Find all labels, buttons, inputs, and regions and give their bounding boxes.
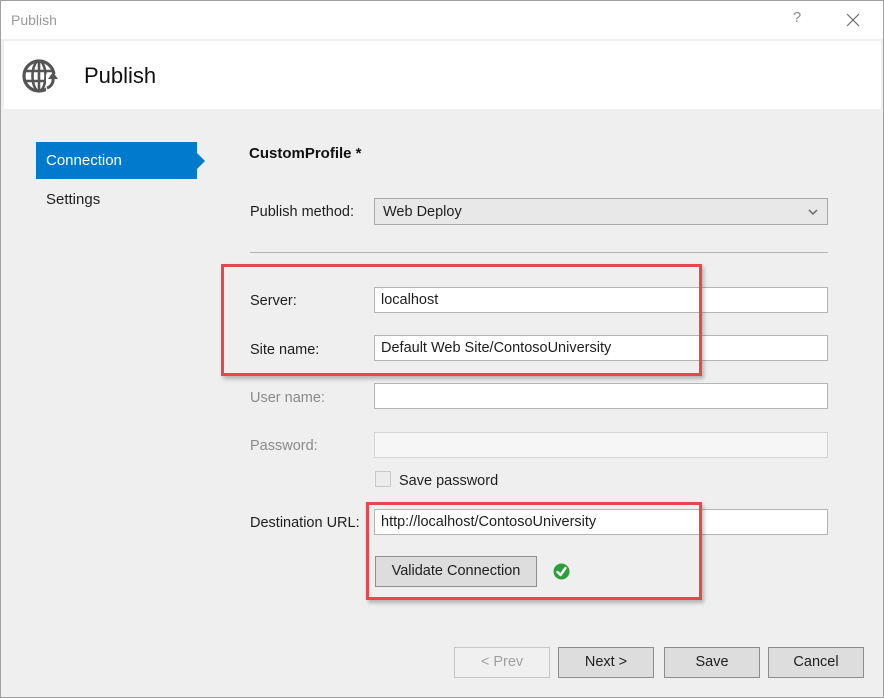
sidebar-item-settings[interactable]: Settings	[36, 181, 197, 218]
title-bar: Publish ?	[1, 1, 883, 39]
destination-url-label: Destination URL:	[250, 515, 360, 531]
sidebar-item-label: Connection	[46, 152, 122, 169]
validate-connection-button[interactable]: Validate Connection	[375, 556, 537, 587]
user-name-input[interactable]	[374, 383, 828, 409]
save-password-label: Save password	[399, 473, 499, 489]
sidebar-item-label: Settings	[46, 191, 101, 208]
destination-url-input[interactable]	[374, 509, 828, 535]
site-name-label: Site name:	[250, 342, 320, 358]
password-label: Password:	[250, 438, 318, 454]
publish-method-label: Publish method:	[250, 204, 354, 220]
server-input[interactable]	[374, 287, 828, 313]
window-title: Publish	[11, 12, 57, 28]
password-input[interactable]	[374, 432, 828, 458]
chevron-down-icon	[807, 205, 819, 217]
dialog-header: Publish	[4, 41, 881, 109]
profile-title: CustomProfile *	[249, 145, 362, 162]
green-checkmark-icon	[553, 563, 570, 580]
publish-dialog: Publish ? Publish Connection Settings Cu…	[0, 0, 884, 698]
publish-method-select[interactable]: Web Deploy	[374, 198, 828, 225]
close-button[interactable]	[843, 10, 863, 30]
close-icon	[846, 13, 860, 27]
save-button[interactable]: Save	[664, 647, 760, 678]
user-name-label: User name:	[250, 390, 325, 406]
section-divider	[250, 252, 828, 253]
page-title: Publish	[84, 63, 157, 88]
publish-method-value: Web Deploy	[383, 204, 462, 220]
prev-button[interactable]: < Prev	[454, 647, 550, 678]
save-password-checkbox[interactable]	[375, 471, 391, 487]
sidebar-item-connection[interactable]: Connection	[36, 142, 205, 179]
server-label: Server:	[250, 293, 297, 309]
site-name-input[interactable]	[374, 335, 828, 361]
next-button[interactable]: Next >	[558, 647, 654, 678]
cancel-button[interactable]: Cancel	[768, 647, 864, 678]
globe-publish-icon	[20, 56, 60, 96]
help-button[interactable]: ?	[787, 9, 807, 31]
